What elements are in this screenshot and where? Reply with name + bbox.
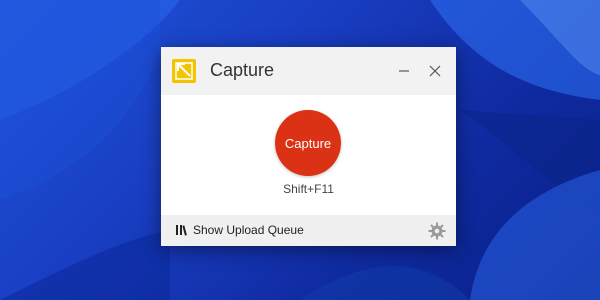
capture-app-icon (172, 59, 196, 83)
capture-window: Capture Capture Shift+F11 Show Upload Qu… (161, 47, 456, 246)
minimize-icon (399, 70, 409, 72)
shortcut-label: Shift+F11 (283, 182, 334, 196)
show-upload-queue-button[interactable]: Show Upload Queue (175, 223, 304, 237)
upload-queue-icon (176, 225, 187, 236)
gear-icon (428, 222, 446, 240)
settings-button[interactable] (428, 222, 446, 240)
capture-panel: Capture Shift+F11 (161, 95, 456, 215)
close-button[interactable] (421, 57, 449, 85)
close-icon (429, 65, 441, 77)
minimize-button[interactable] (390, 57, 418, 85)
upload-queue-label: Show Upload Queue (193, 223, 304, 237)
window-title: Capture (210, 60, 275, 80)
capture-button[interactable]: Capture (275, 110, 341, 176)
title-bar[interactable]: Capture (161, 47, 456, 95)
footer-bar: Show Upload Queue (161, 215, 456, 246)
